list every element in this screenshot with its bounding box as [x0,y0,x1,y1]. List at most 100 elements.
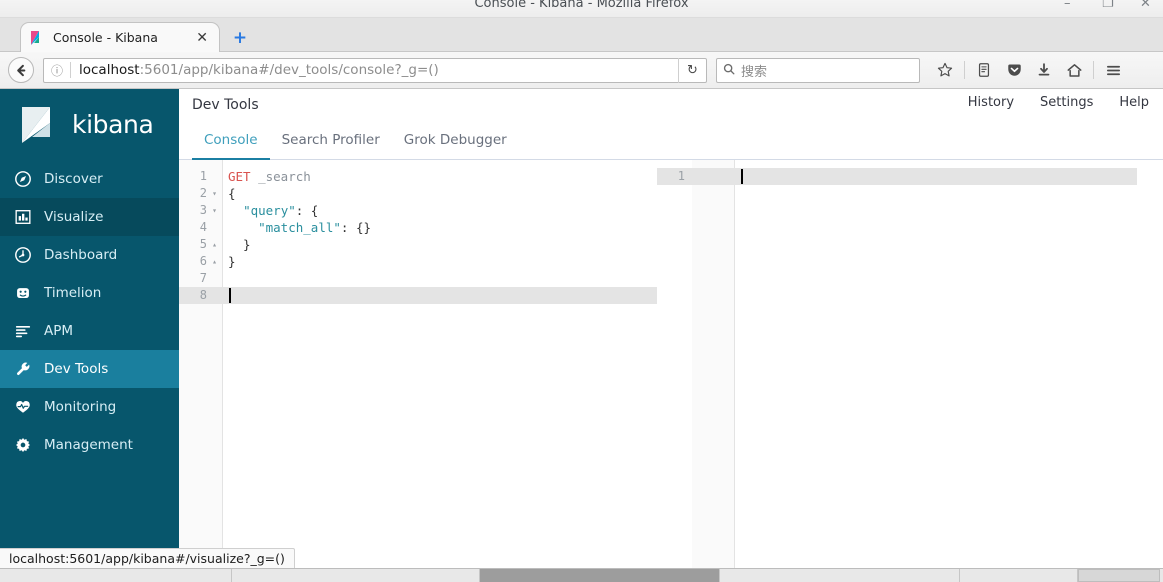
kibana-favicon [29,30,45,46]
code-text: } [228,237,251,252]
history-link[interactable]: History [968,95,1014,110]
sidebar-item-label: Monitoring [44,399,117,415]
editor-line[interactable]: 5 ▴ } [179,236,657,253]
sidebar-item-management[interactable]: Management [0,426,179,464]
code-fold-toggle[interactable]: ▾ [210,202,219,219]
window-title: Console - Kibana - Mozilla Firefox [474,0,689,11]
response-gutter [692,160,735,582]
tab-search-profiler[interactable]: Search Profiler [270,132,392,159]
gear-icon [14,436,44,454]
menu-hamburger-icon[interactable] [1098,57,1128,83]
kibana-logo-mark [16,103,60,147]
close-window-button[interactable]: ✕ [1139,0,1155,12]
editor-line[interactable]: 3 ▾ "query": { [179,202,657,219]
tab-close-icon[interactable]: ✕ [193,31,211,45]
text-cursor [741,169,743,184]
response-editor[interactable]: 1 [657,160,1163,582]
code-text: "match_all": {} [258,220,372,235]
tab-console[interactable]: Console [192,132,270,160]
taskbar-tray[interactable] [1078,569,1160,582]
address-bar[interactable]: ⓘ localhost:5601/app/kibana#/dev_tools/c… [43,57,707,83]
tab-grok-debugger[interactable]: Grok Debugger [392,132,519,159]
response-rows[interactable]: 1 [657,168,1163,185]
editor-line[interactable]: 4 "match_all": {} [179,219,657,236]
library-icon[interactable] [969,57,999,83]
address-bar-url: localhost:5601/app/kibana#/dev_tools/con… [71,62,678,78]
timelion-icon [14,284,44,302]
code-fold-toggle[interactable]: ▾ [210,185,219,202]
taskbar-active-window[interactable] [480,569,720,582]
wrench-icon [14,360,44,378]
console-panes: 1 GET _search 2 ▾ {3 ▾ "query": {4 "match_all… [179,160,1163,582]
sidebar-item-label: Discover [44,171,103,187]
taskbar-segment[interactable] [720,569,960,582]
url-host: localhost [79,62,140,78]
code-fold-toggle[interactable]: ▴ [210,236,219,253]
pocket-icon[interactable] [999,57,1029,83]
minimize-icon: – [1064,0,1071,11]
maximize-icon: ❐ [1102,0,1114,11]
browser-tab-console-kibana[interactable]: Console - Kibana ✕ [20,22,220,52]
reload-button[interactable]: ↻ [678,57,706,83]
request-editor[interactable]: 1 GET _search 2 ▾ {3 ▾ "query": {4 "match_all… [179,160,657,582]
line-number: 2 [199,186,207,200]
code-text: { [228,186,236,201]
back-arrow-icon [16,64,25,76]
header-links: History Settings Help [968,95,1149,110]
sidebar-item-label: Visualize [44,209,104,225]
close-icon: ✕ [1140,0,1151,11]
sidebar-item-label: Management [44,437,133,453]
editor-line[interactable]: 8 [179,287,657,304]
taskbar-segment[interactable] [0,569,232,582]
toolbar-divider [964,61,965,79]
text-cursor [229,288,231,303]
line-number: 4 [199,220,207,234]
maximize-button[interactable]: ❐ [1101,0,1117,12]
dashboard-icon [14,246,44,264]
help-link[interactable]: Help [1119,95,1149,110]
sidebar-item-discover[interactable]: Discover [0,160,179,198]
site-identity-icon[interactable]: ⓘ [44,59,70,82]
settings-link[interactable]: Settings [1040,95,1093,110]
bookmark-star-icon[interactable] [930,57,960,83]
editor-line[interactable]: 1 GET _search [179,168,657,185]
sidebar-item-visualize[interactable]: Visualize [0,198,179,236]
editor-line[interactable]: 7 [179,270,657,287]
editor-line[interactable]: 1 [657,168,1163,185]
active-line-highlight [657,168,1137,185]
sidebar-item-dev-tools[interactable]: Dev Tools [0,350,179,388]
kibana-logo[interactable]: kibana [0,89,179,160]
downloads-icon[interactable] [1029,57,1059,83]
sidebar-item-timelion[interactable]: Timelion [0,274,179,312]
home-icon[interactable] [1059,57,1089,83]
request-rows[interactable]: 1 GET _search 2 ▾ {3 ▾ "query": {4 "match_all… [179,168,657,304]
active-line-highlight [179,287,657,304]
new-tab-button[interactable]: + [230,28,250,48]
line-number: 8 [199,288,207,302]
code-text: "query": { [243,203,319,218]
browser-tabstrip: Console - Kibana ✕ + [0,18,1163,52]
sidebar-item-apm[interactable]: APM [0,312,179,350]
kibana-sidebar: kibana Discover Visualize Dashboard Time… [0,89,179,582]
back-button[interactable] [8,57,34,83]
compass-icon [14,170,44,188]
os-taskbar [0,568,1163,582]
line-number: 6 [199,254,207,268]
search-bar[interactable]: 搜索 [716,57,920,83]
bar-chart-icon [14,208,44,226]
code-fold-toggle[interactable]: ▴ [210,253,219,270]
line-number: 5 [199,237,207,251]
heartbeat-icon [14,398,44,416]
apm-icon [14,322,44,340]
sidebar-item-dashboard[interactable]: Dashboard [0,236,179,274]
taskbar-segment[interactable] [232,569,480,582]
search-input[interactable]: 搜索 [741,61,767,80]
minimize-button[interactable]: – [1063,0,1079,12]
browser-tab-title: Console - Kibana [53,30,158,45]
search-icon [717,63,741,78]
editor-line[interactable]: 2 ▾ { [179,185,657,202]
editor-line[interactable]: 6 ▴} [179,253,657,270]
toolbar-divider-2 [1093,61,1094,79]
taskbar-segment[interactable] [960,569,1078,582]
sidebar-item-monitoring[interactable]: Monitoring [0,388,179,426]
